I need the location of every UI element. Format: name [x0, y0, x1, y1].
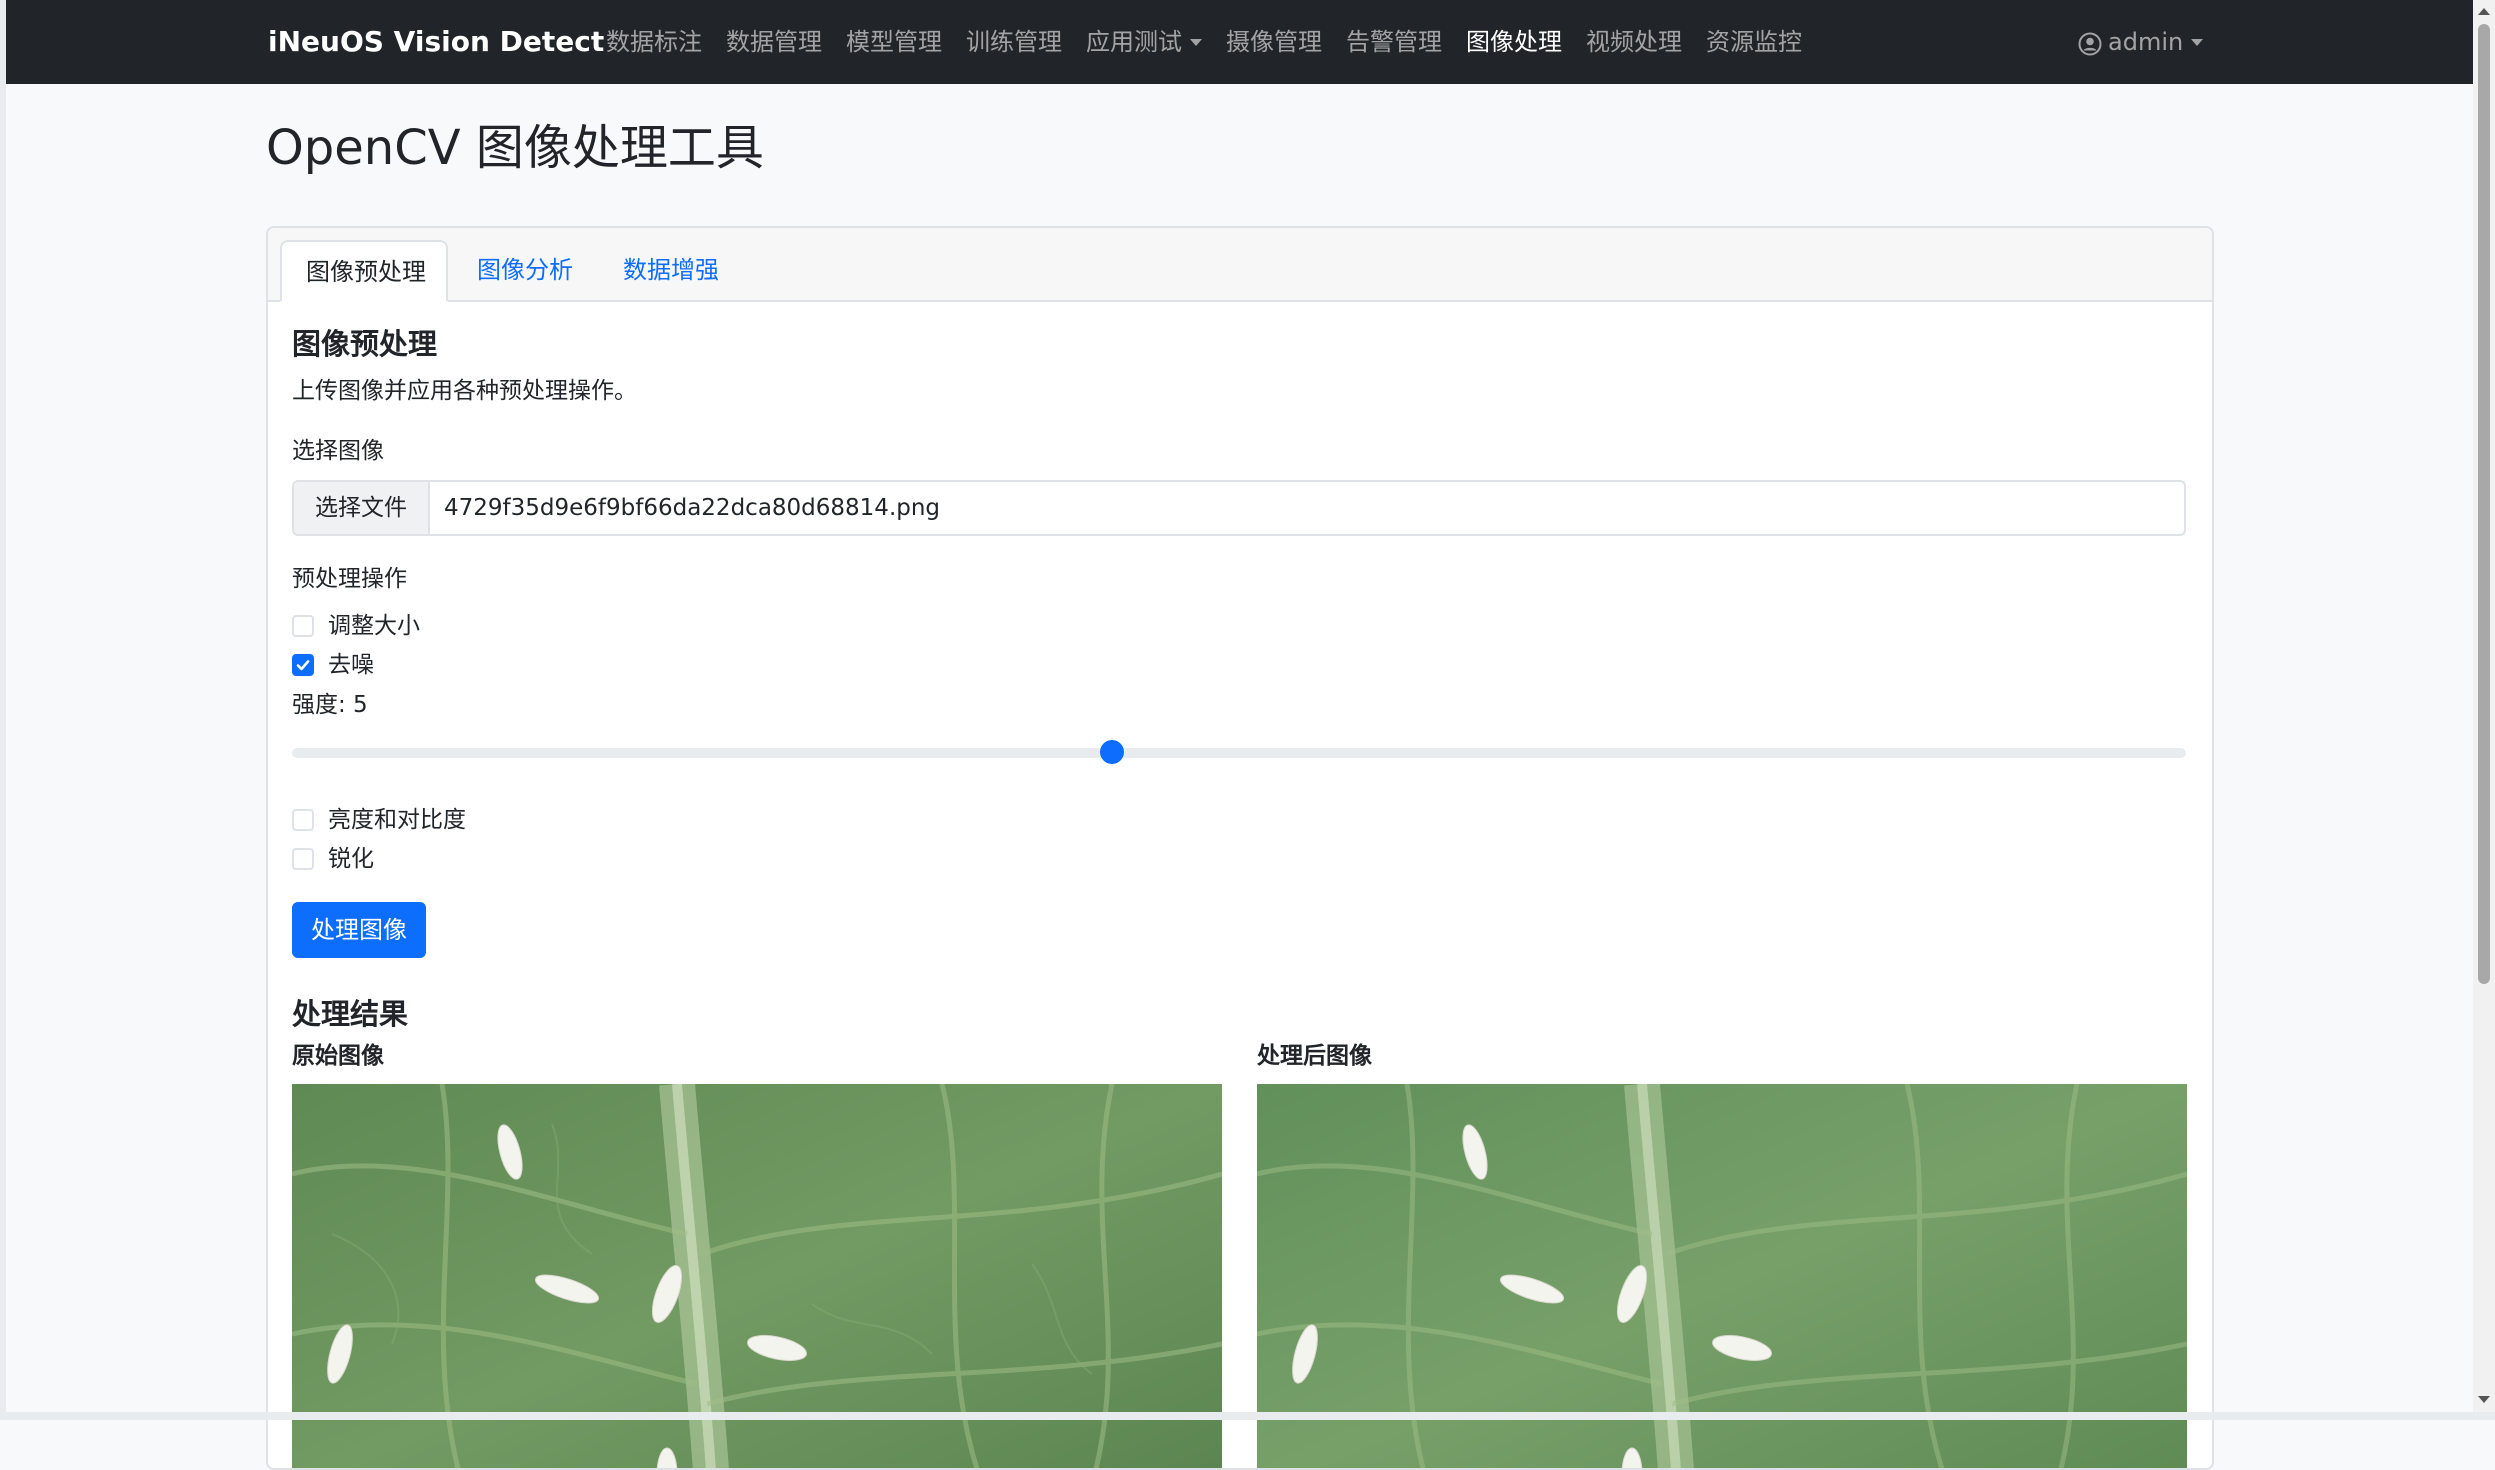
denoise-label[interactable]: 去噪 — [328, 649, 374, 681]
process-image-button[interactable]: 处理图像 — [292, 902, 426, 958]
processed-image-label: 处理后图像 — [1257, 1043, 1372, 1069]
selected-file-name: 4729f35d9e6f9bf66da22dca80d68814.png — [444, 495, 941, 521]
scrollbar-thumb[interactable] — [2478, 24, 2490, 984]
operations-label: 预处理操作 — [292, 566, 407, 592]
resize-label[interactable]: 调整大小 — [328, 610, 420, 642]
option-denoise: 去噪 — [292, 649, 374, 681]
caret-down-icon — [2191, 39, 2204, 46]
brightness-contrast-label[interactable]: 亮度和对比度 — [328, 804, 466, 836]
sharpen-checkbox[interactable] — [292, 848, 314, 870]
original-image-label: 原始图像 — [292, 1043, 384, 1069]
nav-link-data-annotation[interactable]: 数据标注 — [606, 24, 702, 60]
results-title: 处理结果 — [292, 997, 409, 1031]
nav-link-training-management[interactable]: 训练管理 — [966, 24, 1062, 60]
scroll-down-arrow-icon[interactable] — [2478, 1396, 2490, 1403]
option-sharpen: 锐化 — [292, 843, 374, 875]
tab-data-augmentation[interactable]: 数据增强 — [623, 240, 719, 302]
scroll-up-arrow-icon[interactable] — [2478, 8, 2490, 15]
option-brightness-contrast: 亮度和对比度 — [292, 804, 466, 836]
nav-link-application-test-dropdown[interactable]: 应用测试 — [1086, 24, 1202, 60]
nav-link-resource-monitoring[interactable]: 资源监控 — [1706, 24, 1802, 60]
section-description: 上传图像并应用各种预处理操作。 — [292, 378, 637, 404]
brightness-contrast-checkbox[interactable] — [292, 809, 314, 831]
choose-file-button[interactable]: 选择文件 — [294, 482, 430, 534]
strength-slider-track[interactable] — [292, 748, 2186, 758]
caret-down-icon — [1190, 39, 1202, 46]
nav-link-image-processing[interactable]: 图像处理 — [1466, 24, 1562, 60]
sharpen-label[interactable]: 锐化 — [328, 843, 374, 875]
window-frame-left — [0, 0, 6, 1420]
user-menu-dropdown[interactable]: admin — [2078, 24, 2204, 60]
nav-link-data-management[interactable]: 数据管理 — [726, 24, 822, 60]
resize-checkbox[interactable] — [292, 615, 314, 637]
denoise-checkbox[interactable] — [292, 654, 314, 676]
nav-link-application-test-label: 应用测试 — [1086, 28, 1182, 56]
tab-image-analysis[interactable]: 图像分析 — [477, 240, 573, 302]
file-field-label: 选择图像 — [292, 438, 384, 464]
strength-slider-thumb[interactable] — [1100, 740, 1124, 764]
nav-link-video-processing[interactable]: 视频处理 — [1586, 24, 1682, 60]
option-resize: 调整大小 — [292, 610, 420, 642]
nav-link-camera-management[interactable]: 摄像管理 — [1226, 24, 1322, 60]
window-frame-bottom — [0, 1412, 2495, 1420]
strength-label: 强度: 5 — [292, 692, 368, 718]
nav-links: 数据标注 数据管理 模型管理 训练管理 应用测试 摄像管理 告警管理 图像处理 … — [606, 24, 1826, 60]
nav-link-model-management[interactable]: 模型管理 — [846, 24, 942, 60]
image-tools-card: 图像预处理 图像分析 数据增强 图像预处理 上传图像并应用各种预处理操作。 选择… — [266, 226, 2214, 1470]
brand-logo[interactable]: iNeuOS Vision Detect — [268, 24, 604, 60]
user-circle-icon — [2078, 30, 2102, 66]
page-title: OpenCV 图像处理工具 — [266, 120, 764, 176]
file-input[interactable]: 选择文件 4729f35d9e6f9bf66da22dca80d68814.pn… — [292, 480, 2186, 536]
tab-image-preprocessing[interactable]: 图像预处理 — [280, 240, 448, 302]
nav-link-alarm-management[interactable]: 告警管理 — [1346, 24, 1442, 60]
section-title: 图像预处理 — [292, 327, 438, 361]
card-tab-header: 图像预处理 图像分析 数据增强 — [268, 228, 2212, 302]
top-navbar: iNeuOS Vision Detect 数据标注 数据管理 模型管理 训练管理… — [6, 0, 2473, 84]
checkmark-icon — [296, 660, 310, 671]
user-name: admin — [2108, 28, 2184, 56]
